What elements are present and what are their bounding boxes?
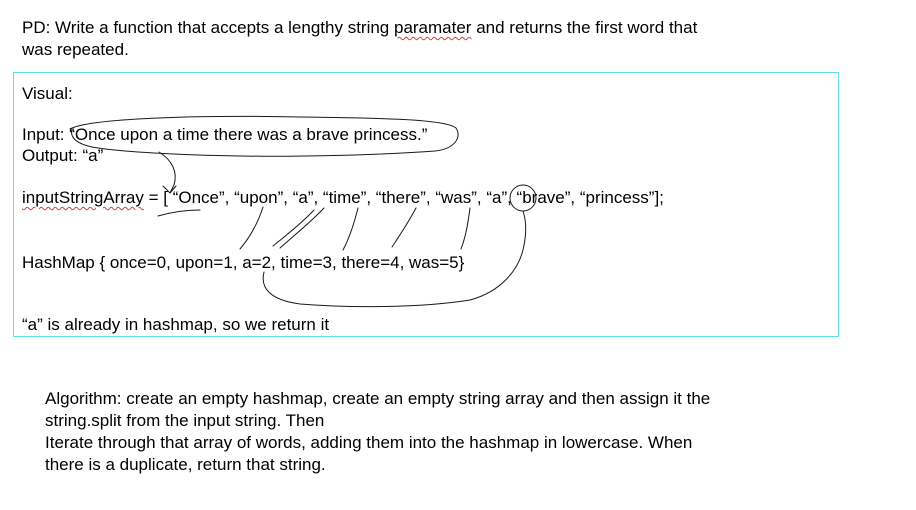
problem-line-1-end: and returns the first word that (471, 18, 698, 37)
conclusion-line: “a” is already in hashmap, so we return … (22, 315, 330, 334)
algorithm-line-1: Algorithm: create an empty hashmap, crea… (45, 389, 711, 408)
algorithm-line-4: there is a duplicate, return that string… (45, 455, 326, 474)
problem-description: PD: Write a function that accepts a leng… (22, 17, 697, 61)
visual-heading: Visual: (22, 84, 73, 103)
algorithm-line-3: Iterate through that array of words, add… (45, 433, 693, 452)
algorithm-line-2: string.split from the input string. Then (45, 411, 325, 430)
problem-line-2: was repeated. (22, 40, 129, 59)
hashmap-line: HashMap { once=0, upon=1, a=2, time=3, t… (22, 253, 465, 272)
array-values: = [ “Once”, “upon”, “a”, “time”, “there”… (143, 188, 664, 207)
array-line: inputStringArray = [ “Once”, “upon”, “a”… (22, 187, 664, 209)
input-line: Input: “Once upon a time there was a bra… (22, 125, 428, 144)
algorithm-description: Algorithm: create an empty hashmap, crea… (45, 388, 710, 476)
output-line: Output: “a” (22, 146, 104, 165)
problem-line-1: PD: Write a function that accepts a leng… (22, 17, 697, 39)
array-variable-name: inputStringArray (22, 188, 144, 207)
problem-line-1-start: PD: Write a function that accepts a leng… (22, 18, 394, 37)
document-page: PD: Write a function that accepts a leng… (0, 0, 916, 510)
misspelled-word: paramater (393, 18, 472, 37)
